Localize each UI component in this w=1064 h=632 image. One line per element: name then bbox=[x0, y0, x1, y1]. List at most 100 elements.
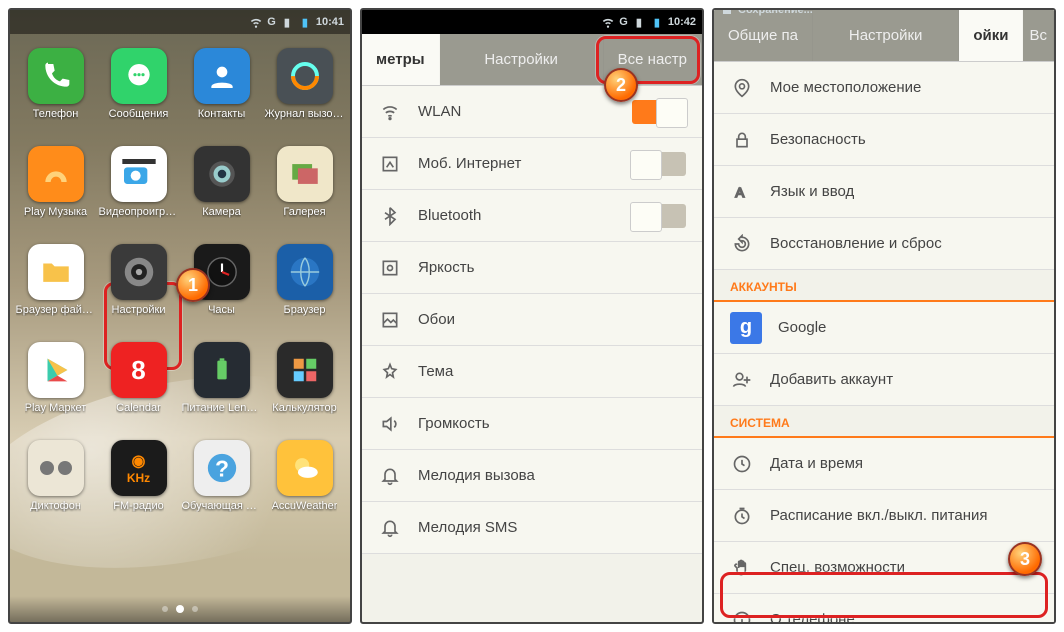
setting-theme[interactable]: Тема bbox=[362, 346, 702, 398]
tab-more[interactable]: Вс bbox=[1023, 10, 1054, 61]
app-label: Камера bbox=[202, 206, 240, 218]
app-file-browser[interactable]: Браузер файлов bbox=[14, 238, 97, 336]
setting-volume[interactable]: Громкость bbox=[362, 398, 702, 450]
setting-datetime[interactable]: Дата и время bbox=[714, 438, 1054, 490]
app-recorder[interactable]: Диктофон bbox=[14, 434, 97, 532]
svg-text:A: A bbox=[735, 185, 744, 200]
setting-language[interactable]: A Язык и ввод bbox=[714, 166, 1054, 218]
setting-label: Язык и ввод bbox=[770, 183, 1038, 200]
app-camera[interactable]: Камера bbox=[180, 140, 263, 238]
setting-about-phone[interactable]: О телефоне bbox=[714, 594, 1054, 624]
globe-icon bbox=[277, 244, 333, 300]
battery-icon: ▮ bbox=[650, 15, 664, 29]
timer-icon bbox=[730, 504, 754, 528]
app-label: Play Музыка bbox=[24, 206, 87, 218]
app-play-music[interactable]: Play Музыка bbox=[14, 140, 97, 238]
clock-icon bbox=[730, 452, 754, 476]
page-dot[interactable] bbox=[162, 606, 168, 612]
tab-settings[interactable]: Настройки bbox=[440, 34, 604, 85]
language-icon: A bbox=[730, 180, 754, 204]
phone-icon bbox=[28, 48, 84, 104]
setting-accessibility[interactable]: Спец. возможности bbox=[714, 542, 1054, 594]
app-browser[interactable]: Браузер bbox=[263, 238, 346, 336]
signal-icon: ▮ bbox=[280, 15, 294, 29]
setting-reset[interactable]: Восстановление и сброс bbox=[714, 218, 1054, 270]
toggle-wlan[interactable] bbox=[632, 100, 686, 124]
setting-wallpaper[interactable]: Обои bbox=[362, 294, 702, 346]
app-contacts[interactable]: Контакты bbox=[180, 42, 263, 140]
app-video[interactable]: Видеопроигрыватель bbox=[97, 140, 180, 238]
app-label: Обучающая программа bbox=[182, 500, 262, 512]
battery-icon: ▮ bbox=[298, 15, 312, 29]
music-icon bbox=[28, 146, 84, 202]
app-fm-radio[interactable]: ◉KHzFM-радио bbox=[97, 434, 180, 532]
app-calendar[interactable]: 8Calendar bbox=[97, 336, 180, 434]
setting-add-account[interactable]: Добавить аккаунт bbox=[714, 354, 1054, 406]
app-label: Питание Lenovo bbox=[182, 402, 262, 414]
app-gallery[interactable]: Галерея bbox=[263, 140, 346, 238]
page-dot-active[interactable] bbox=[176, 605, 184, 613]
app-label: Часы bbox=[208, 304, 235, 316]
tab-general[interactable]: Общие па bbox=[714, 10, 813, 61]
tab-settings[interactable]: Настройки bbox=[813, 10, 959, 61]
status-left: Сохранение... bbox=[720, 8, 813, 17]
calculator-icon bbox=[277, 342, 333, 398]
setting-label: Моб. Интернет bbox=[418, 155, 616, 172]
app-calculator[interactable]: Калькулятор bbox=[263, 336, 346, 434]
app-label: Диктофон bbox=[30, 500, 81, 512]
setting-wlan[interactable]: WLAN bbox=[362, 86, 702, 138]
settings-tabs: Общие па Настройки ойки Вс bbox=[714, 10, 1054, 62]
setting-label: Мое местоположение bbox=[770, 79, 1038, 96]
app-call-log[interactable]: Журнал вызовов bbox=[263, 42, 346, 140]
wifi-icon bbox=[249, 15, 263, 29]
setting-security[interactable]: Безопасность bbox=[714, 114, 1054, 166]
setting-brightness[interactable]: Яркость bbox=[362, 242, 702, 294]
setting-mobile-internet[interactable]: Моб. Интернет bbox=[362, 138, 702, 190]
call-log-icon bbox=[277, 48, 333, 104]
app-messages[interactable]: Сообщения bbox=[97, 42, 180, 140]
section-accounts: АККАУНТЫ bbox=[714, 270, 1054, 302]
toggle-bluetooth[interactable] bbox=[632, 204, 686, 228]
svg-text:?: ? bbox=[215, 456, 229, 482]
page-dot[interactable] bbox=[192, 606, 198, 612]
app-label: Контакты bbox=[198, 108, 246, 120]
setting-sms-tone[interactable]: Мелодия SMS bbox=[362, 502, 702, 554]
setting-label: Расписание вкл./выкл. питания bbox=[770, 507, 1038, 524]
setting-google[interactable]: gGoogle bbox=[714, 302, 1054, 354]
signal-icon: ▮ bbox=[632, 15, 646, 29]
tab-params[interactable]: метры bbox=[362, 34, 440, 85]
volume-icon bbox=[378, 412, 402, 436]
app-power[interactable]: Питание Lenovo bbox=[180, 336, 263, 434]
app-label: Видеопроигрыватель bbox=[99, 206, 179, 218]
setting-bluetooth[interactable]: Bluetooth bbox=[362, 190, 702, 242]
app-clock[interactable]: Часы bbox=[180, 238, 263, 336]
tab-all[interactable]: ойки bbox=[959, 10, 1023, 61]
gallery-icon bbox=[277, 146, 333, 202]
wallpaper-icon bbox=[378, 308, 402, 332]
settings-list: WLAN Моб. Интернет Bluetooth Яркость Обо… bbox=[362, 86, 702, 622]
setting-label: Тема bbox=[418, 363, 686, 380]
app-settings[interactable]: Настройки bbox=[97, 238, 180, 336]
settings-tabs: метры Настройки Все настр bbox=[362, 34, 702, 86]
wifi-icon bbox=[601, 15, 615, 29]
setting-location[interactable]: Мое местоположение bbox=[714, 62, 1054, 114]
setting-schedule[interactable]: Расписание вкл./выкл. питания bbox=[714, 490, 1054, 542]
setting-label: Спец. возможности bbox=[770, 559, 1038, 576]
app-phone[interactable]: Телефон bbox=[14, 42, 97, 140]
setting-label: Громкость bbox=[418, 415, 686, 432]
app-play-store[interactable]: Play Маркет bbox=[14, 336, 97, 434]
app-help[interactable]: ? Обучающая программа bbox=[180, 434, 263, 532]
toggle-mobile[interactable] bbox=[632, 152, 686, 176]
app-label: FM-радио bbox=[113, 500, 163, 512]
location-icon bbox=[730, 76, 754, 100]
app-grid: Телефон Сообщения Контакты Журнал вызово… bbox=[10, 34, 350, 596]
wifi-icon bbox=[378, 100, 402, 124]
tab-all-settings[interactable]: Все настр bbox=[604, 34, 702, 85]
setting-ringtone[interactable]: Мелодия вызова bbox=[362, 450, 702, 502]
app-weather[interactable]: AccuWeather bbox=[263, 434, 346, 532]
camera-icon bbox=[194, 146, 250, 202]
contacts-icon bbox=[194, 48, 250, 104]
app-label: Галерея bbox=[283, 206, 325, 218]
statusbar: G ▮ ▮ 10:42 bbox=[362, 10, 702, 34]
reset-icon bbox=[730, 232, 754, 256]
